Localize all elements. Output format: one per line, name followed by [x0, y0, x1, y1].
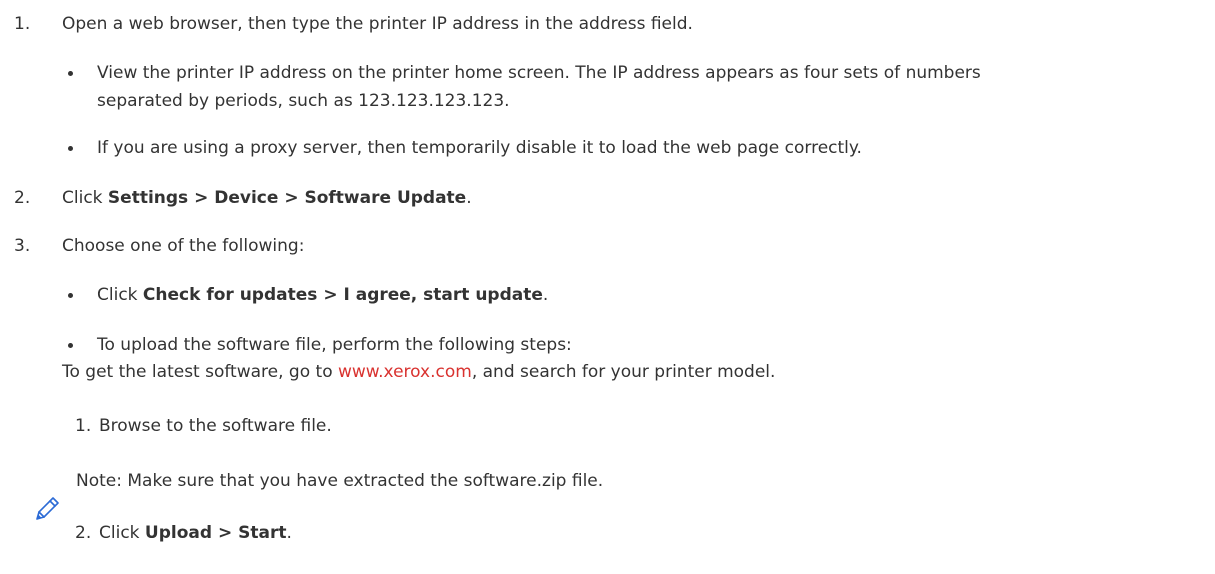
step-2-menu-path: Settings > Device > Software Update	[107, 188, 467, 208]
substep-2-text: Click Upload > Start.	[99, 521, 292, 545]
bullet-dot	[68, 293, 73, 298]
substep-2-number: 2.	[75, 523, 92, 543]
subtext-pre: To get the latest software, go to	[62, 362, 338, 382]
step-3-bullet-1-menu-path: Check for updates > I agree, start updat…	[142, 285, 543, 305]
step-1-bullet-1-line-2: separated by periods, such as 123.123.12…	[97, 91, 510, 111]
step-3-number: 3.	[14, 236, 31, 256]
step-2-text: Click Settings > Device > Software Updat…	[62, 186, 472, 210]
step-3-text: Choose one of the following:	[62, 236, 305, 256]
step-2-pre: Click	[62, 188, 108, 208]
xerox-website-link[interactable]: www.xerox.com	[338, 362, 472, 382]
step-3-bullet-1-post: .	[542, 285, 549, 305]
step-3-bullet-1-pre: Click	[97, 285, 143, 305]
step-1-number: 1.	[14, 14, 31, 34]
pencil-icon	[36, 497, 59, 520]
substep-2-menu-path: Upload > Start	[144, 523, 287, 543]
substep-1-number: 1.	[75, 416, 92, 436]
subtext-post: , and search for your printer model.	[471, 362, 776, 382]
step-1-bullet-1-line-1: View the printer IP address on the print…	[97, 63, 981, 83]
step-2-post: .	[466, 188, 472, 208]
step-1-text: Open a web browser, then type the printe…	[62, 14, 693, 34]
substep-1-text: Browse to the software file.	[99, 416, 332, 436]
bullet-dot	[68, 146, 73, 151]
step-3-bullet-1: Click Check for updates > I agree, start…	[97, 283, 548, 307]
step-3-bullet-2: To upload the software file, perform the…	[97, 335, 572, 355]
step-1-bullet-2: If you are using a proxy server, then te…	[97, 138, 862, 158]
note-text: Note: Make sure that you have extracted …	[76, 471, 604, 491]
step-3-bullet-2-subtext: To get the latest software, go to www.xe…	[62, 360, 775, 384]
bullet-dot	[68, 343, 73, 348]
step-2-number: 2.	[14, 188, 31, 208]
bullet-dot	[68, 71, 73, 76]
substep-2-pre: Click	[99, 523, 145, 543]
substep-2-post: .	[286, 523, 292, 543]
